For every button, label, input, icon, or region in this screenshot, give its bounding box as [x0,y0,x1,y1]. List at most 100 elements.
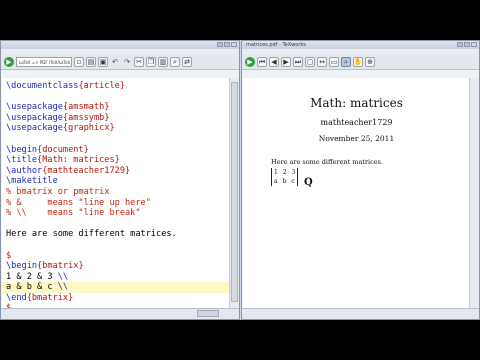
code-line[interactable]: % \\ means "line break" [2,208,230,219]
editor-scroll-thumb[interactable] [231,82,238,302]
paste-icon[interactable]: ▥ [158,57,168,67]
typeset-play-icon[interactable]: ▶ [4,57,14,67]
matrix-cell: b [282,178,287,185]
last-page-icon[interactable]: ⏭ [293,57,303,67]
close-button[interactable] [231,42,237,47]
code-token: $ [6,250,12,261]
code-token: {mathteacher1729} [42,165,131,176]
code-token: {bmatrix} [26,292,74,303]
code-line[interactable]: \documentclass{article} [2,81,230,92]
desktop: ▶ LaTeX => PDF (TeX/LaTeX); PdfLaTeX ▫ ▤… [0,40,480,320]
editor-scrollbar[interactable] [229,78,239,318]
code-line[interactable] [2,134,230,145]
code-line[interactable]: \usepackage{amssymb} [2,113,230,124]
code-token: \documentclass [6,81,79,91]
code-line[interactable] [2,92,230,103]
code-token: {graphicx} [62,123,115,134]
doc-author: mathteacher1729 [320,118,393,127]
actual-size-icon[interactable]: ▢ [305,57,315,67]
pdf-page-area[interactable]: Math: matrices mathteacher1729 November … [243,78,471,318]
code-token: {Math: matrices} [37,155,120,166]
code-line[interactable] [2,219,230,230]
maximize-button[interactable] [224,42,230,47]
code-token: \title [6,155,38,166]
magnifier-cursor-icon: Q [304,177,313,188]
code-token: \\ [57,282,69,293]
code-line[interactable]: % & means "line up here" [2,198,230,209]
code-token: \maketitle [6,176,58,187]
cut-icon[interactable]: ✂ [134,57,144,67]
code-token: \begin [6,144,38,155]
code-token: a & b & c [6,282,58,293]
matrix-row: abc [274,177,295,186]
code-text[interactable]: \documentclass{article} \usepackage{amsm… [2,78,230,314]
typeset-engine-select[interactable]: LaTeX => PDF (TeX/LaTeX); PdfLaTeX [16,57,72,67]
code-editor[interactable]: \documentclass{article} \usepackage{amsm… [2,78,230,318]
replace-icon[interactable]: ⇄ [182,57,192,67]
editor-titlebar[interactable] [1,41,239,49]
code-line[interactable]: \title{Math: matrices} [2,155,230,166]
code-line[interactable]: Here are some different matrices. [2,229,230,240]
code-token: {amssymb} [62,112,110,123]
viewer-window-title: matrices.pdf - TeXworks [246,42,306,48]
prev-page-icon[interactable]: ◀ [269,57,279,67]
code-token: \\ [57,271,69,282]
first-page-icon[interactable]: ⏮ [257,57,267,67]
save-icon[interactable]: ▣ [98,57,108,67]
code-line[interactable]: a & b & c \\ [2,282,230,293]
pdf-page: Math: matrices mathteacher1729 November … [243,78,470,318]
code-token: % bmatrix or pmatrix [6,186,110,197]
redo-icon[interactable]: ↷ [122,57,132,67]
code-token: \end [6,292,27,303]
code-token: \usepackage [6,102,63,113]
code-line[interactable]: \begin{document} [2,145,230,156]
editor-statusbar [1,308,239,319]
code-token: 1 & 2 & 3 [6,271,58,282]
viewer-titlebar[interactable]: matrices.pdf - TeXworks [242,41,479,49]
code-token: \author [6,165,43,176]
status-field [197,310,219,317]
doc-title: Math: matrices [310,96,403,110]
open-folder-icon[interactable]: ▤ [86,57,96,67]
code-line[interactable]: 1 & 2 & 3 \\ [2,272,230,283]
code-token: \usepackage [6,112,63,123]
find-icon[interactable]: ⌕ [170,57,180,67]
undo-icon[interactable]: ↶ [110,57,120,67]
code-line[interactable]: \maketitle [2,176,230,187]
code-token: Here are some different matrices. [6,229,177,240]
viewer-scrollbar[interactable] [469,78,479,318]
code-line[interactable]: $ [2,251,230,262]
viewer-window-buttons [457,42,477,47]
typeset-play-icon[interactable]: ▶ [245,57,255,67]
code-token: % \\ means "line break" [6,208,141,219]
minimize-button[interactable] [217,42,223,47]
close-button[interactable] [471,42,477,47]
magnifier-icon[interactable]: ⌕ [341,57,351,67]
hand-icon[interactable]: ✋ [353,57,363,67]
viewer-statusbar [242,308,479,319]
matrix-cell: c [291,178,295,185]
next-page-icon[interactable]: ▶ [281,57,291,67]
code-line[interactable] [2,240,230,251]
code-line[interactable]: \usepackage{graphicx} [2,123,230,134]
rendered-matrix: 123abc [271,168,299,186]
matrix-row: 123 [274,168,295,177]
code-line[interactable]: % bmatrix or pmatrix [2,187,230,198]
code-line[interactable]: \end{bmatrix} [2,293,230,304]
code-token: {article} [78,81,126,91]
maximize-button[interactable] [464,42,470,47]
minimize-button[interactable] [457,42,463,47]
editor-toolbar: ▶ LaTeX => PDF (TeX/LaTeX); PdfLaTeX ▫ ▤… [1,55,239,70]
code-line[interactable]: \begin{bmatrix} [2,261,230,272]
viewer-toolbar: ▶ ⏮ ◀ ▶ ⏭ ▢ ↔ ▭ ⌕ ✋ ⊕ [242,55,479,70]
copy-icon[interactable]: ❐ [146,57,156,67]
editor-window: ▶ LaTeX => PDF (TeX/LaTeX); PdfLaTeX ▫ ▤… [0,40,240,320]
new-file-icon[interactable]: ▫ [74,57,84,67]
code-token: {document} [37,144,89,155]
code-line[interactable]: \author{mathteacher1729} [2,166,230,177]
fit-window-icon[interactable]: ▭ [329,57,339,67]
fit-width-icon[interactable]: ↔ [317,57,327,67]
zoom-icon[interactable]: ⊕ [365,57,375,67]
code-line[interactable]: \usepackage{amsmath} [2,102,230,113]
pdf-viewer-window: matrices.pdf - TeXworks ▶ ⏮ ◀ ▶ ⏭ ▢ ↔ ▭ … [241,40,480,320]
